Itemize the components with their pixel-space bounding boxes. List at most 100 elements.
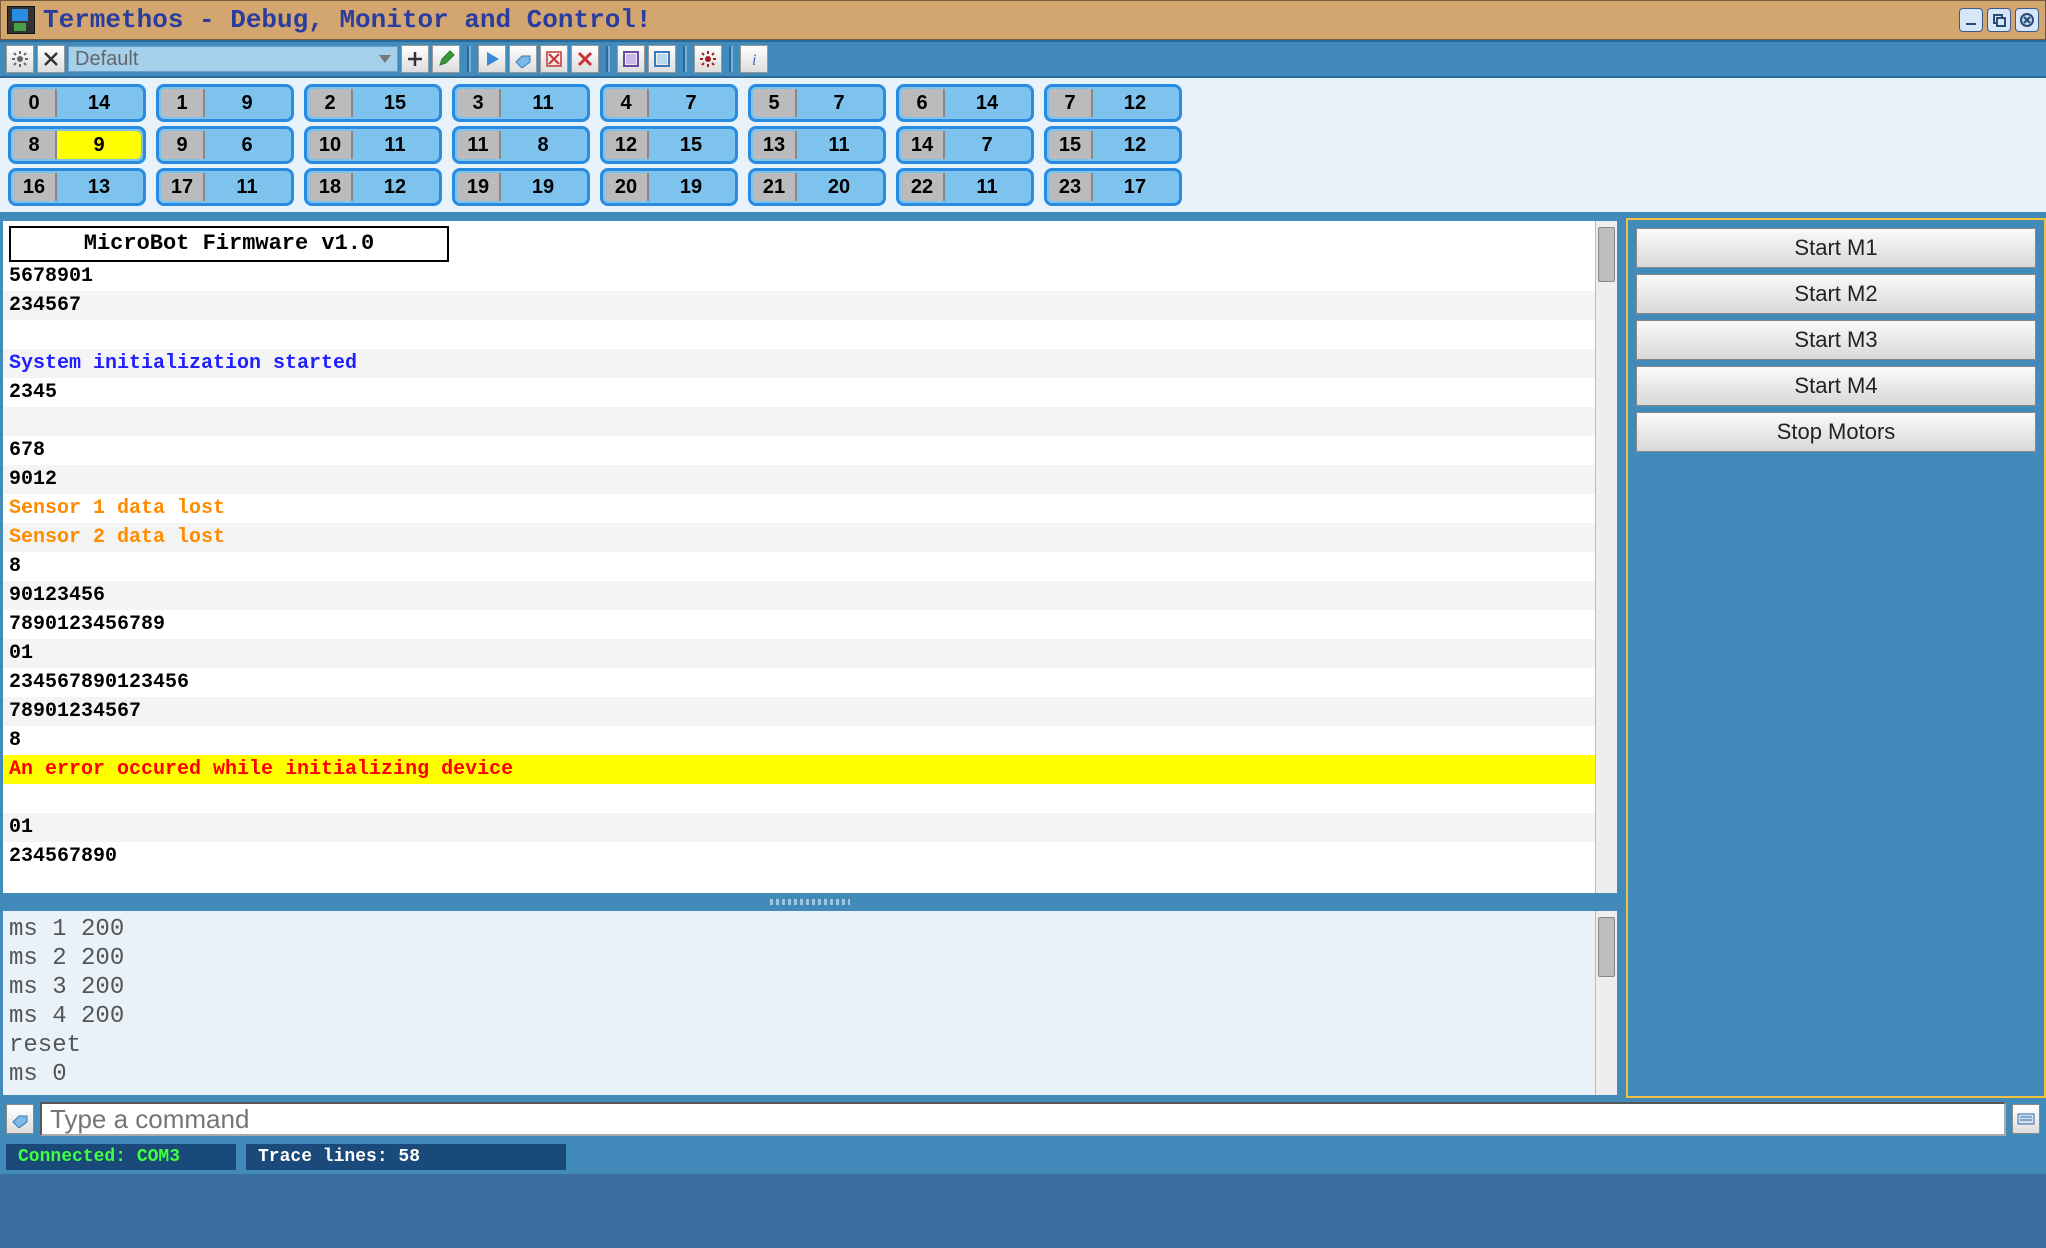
- delete-profile-button[interactable]: [37, 45, 65, 73]
- channel-11[interactable]: 118: [452, 126, 590, 164]
- toolbar-separator: [683, 46, 687, 72]
- scroll-thumb[interactable]: [1598, 227, 1615, 282]
- trace-line: 7890123456789: [3, 610, 1595, 639]
- channel-index: 2: [309, 89, 353, 117]
- trace-line: System initialization started: [3, 349, 1595, 378]
- trace-line: Sensor 2 data lost: [3, 523, 1595, 552]
- erase-command-button[interactable]: [6, 1104, 34, 1134]
- channel-15[interactable]: 1512: [1044, 126, 1182, 164]
- history-line[interactable]: ms 1 200: [9, 915, 1593, 944]
- play-button[interactable]: [478, 45, 506, 73]
- window-2-button[interactable]: [648, 45, 676, 73]
- channel-21[interactable]: 2120: [748, 168, 886, 206]
- channel-value: 20: [797, 173, 881, 201]
- main-area: MicroBot Firmware v1.0 5678901234567 Sys…: [0, 218, 2046, 1098]
- close-button[interactable]: [2015, 8, 2039, 32]
- channel-index: 15: [1049, 131, 1093, 159]
- erase-trace-button[interactable]: [509, 45, 537, 73]
- add-profile-button[interactable]: [401, 45, 429, 73]
- history-line[interactable]: ms 0: [9, 1060, 1593, 1089]
- channel-4[interactable]: 47: [600, 84, 738, 122]
- keyboard-button[interactable]: [2012, 1104, 2040, 1134]
- channel-value: 11: [797, 131, 881, 159]
- channel-18[interactable]: 1812: [304, 168, 442, 206]
- channel-value: 17: [1093, 173, 1177, 201]
- channel-3[interactable]: 311: [452, 84, 590, 122]
- main-toolbar: Default i: [0, 40, 2046, 78]
- channel-value: 19: [649, 173, 733, 201]
- history-line[interactable]: ms 3 200: [9, 973, 1593, 1002]
- trace-line: 9012: [3, 465, 1595, 494]
- edit-profile-button[interactable]: [432, 45, 460, 73]
- scroll-thumb[interactable]: [1598, 917, 1615, 977]
- channel-16[interactable]: 1613: [8, 168, 146, 206]
- channel-10[interactable]: 1011: [304, 126, 442, 164]
- history-line[interactable]: ms 4 200: [9, 1002, 1593, 1031]
- channel-index: 17: [161, 173, 205, 201]
- channel-7[interactable]: 712: [1044, 84, 1182, 122]
- history-body[interactable]: ms 1 200ms 2 200ms 3 200ms 4 200resetms …: [9, 915, 1593, 1089]
- channel-index: 21: [753, 173, 797, 201]
- history-line[interactable]: reset: [9, 1031, 1593, 1060]
- channel-value: 6: [205, 131, 289, 159]
- channel-8[interactable]: 89: [8, 126, 146, 164]
- channel-index: 13: [753, 131, 797, 159]
- about-button[interactable]: i: [740, 45, 768, 73]
- channel-9[interactable]: 96: [156, 126, 294, 164]
- macro-button[interactable]: Start M2: [1636, 274, 2036, 314]
- channel-value: 14: [57, 89, 141, 117]
- window-title: Termethos - Debug, Monitor and Control!: [43, 5, 1959, 35]
- macro-button[interactable]: Start M3: [1636, 320, 2036, 360]
- channel-value: 14: [945, 89, 1029, 117]
- command-input[interactable]: [40, 1102, 2006, 1136]
- trace-scrollbar[interactable]: [1595, 221, 1617, 893]
- channel-12[interactable]: 1215: [600, 126, 738, 164]
- channel-17[interactable]: 1711: [156, 168, 294, 206]
- channel-5[interactable]: 57: [748, 84, 886, 122]
- channel-19[interactable]: 1919: [452, 168, 590, 206]
- channel-2[interactable]: 215: [304, 84, 442, 122]
- channel-value: 15: [649, 131, 733, 159]
- channel-value: 7: [797, 89, 881, 117]
- channel-13[interactable]: 1311: [748, 126, 886, 164]
- trace-line: 01: [3, 639, 1595, 668]
- history-line[interactable]: ms 2 200: [9, 944, 1593, 973]
- horizontal-splitter[interactable]: [0, 896, 1620, 908]
- status-bar: Connected: COM3 Trace lines: 58: [0, 1140, 2046, 1174]
- channel-14[interactable]: 147: [896, 126, 1034, 164]
- minimize-button[interactable]: [1959, 8, 1983, 32]
- channel-index: 23: [1049, 173, 1093, 201]
- trace-line: [3, 320, 1595, 349]
- status-trace-lines: Trace lines: 58: [246, 1144, 566, 1170]
- clear-marked-button[interactable]: [540, 45, 568, 73]
- maximize-button[interactable]: [1987, 8, 2011, 32]
- firmware-button[interactable]: [694, 45, 722, 73]
- channel-0[interactable]: 014: [8, 84, 146, 122]
- settings-button[interactable]: [6, 45, 34, 73]
- channel-index: 3: [457, 89, 501, 117]
- profile-select-value: Default: [75, 48, 138, 71]
- channel-index: 11: [457, 131, 501, 159]
- window-1-button[interactable]: [617, 45, 645, 73]
- channel-value: 12: [353, 173, 437, 201]
- channel-20[interactable]: 2019: [600, 168, 738, 206]
- channel-22[interactable]: 2211: [896, 168, 1034, 206]
- trace-line: 8: [3, 726, 1595, 755]
- macro-button[interactable]: Start M1: [1636, 228, 2036, 268]
- trace-line: 90123456: [3, 581, 1595, 610]
- history-pane: ms 1 200ms 2 200ms 3 200ms 4 200resetms …: [0, 908, 1620, 1098]
- trace-body[interactable]: MicroBot Firmware v1.0 5678901234567 Sys…: [3, 221, 1595, 893]
- clear-all-button[interactable]: [571, 45, 599, 73]
- channel-value: 12: [1093, 131, 1177, 159]
- channel-index: 6: [901, 89, 945, 117]
- channel-6[interactable]: 614: [896, 84, 1034, 122]
- history-scrollbar[interactable]: [1595, 911, 1617, 1095]
- profile-select[interactable]: Default: [68, 46, 398, 72]
- macro-button[interactable]: Start M4: [1636, 366, 2036, 406]
- channel-index: 1: [161, 89, 205, 117]
- channel-monitor: 0141921531147576147128996101111812151311…: [0, 78, 2046, 218]
- trace-line: An error occured while initializing devi…: [3, 755, 1595, 784]
- channel-23[interactable]: 2317: [1044, 168, 1182, 206]
- macro-button[interactable]: Stop Motors: [1636, 412, 2036, 452]
- channel-1[interactable]: 19: [156, 84, 294, 122]
